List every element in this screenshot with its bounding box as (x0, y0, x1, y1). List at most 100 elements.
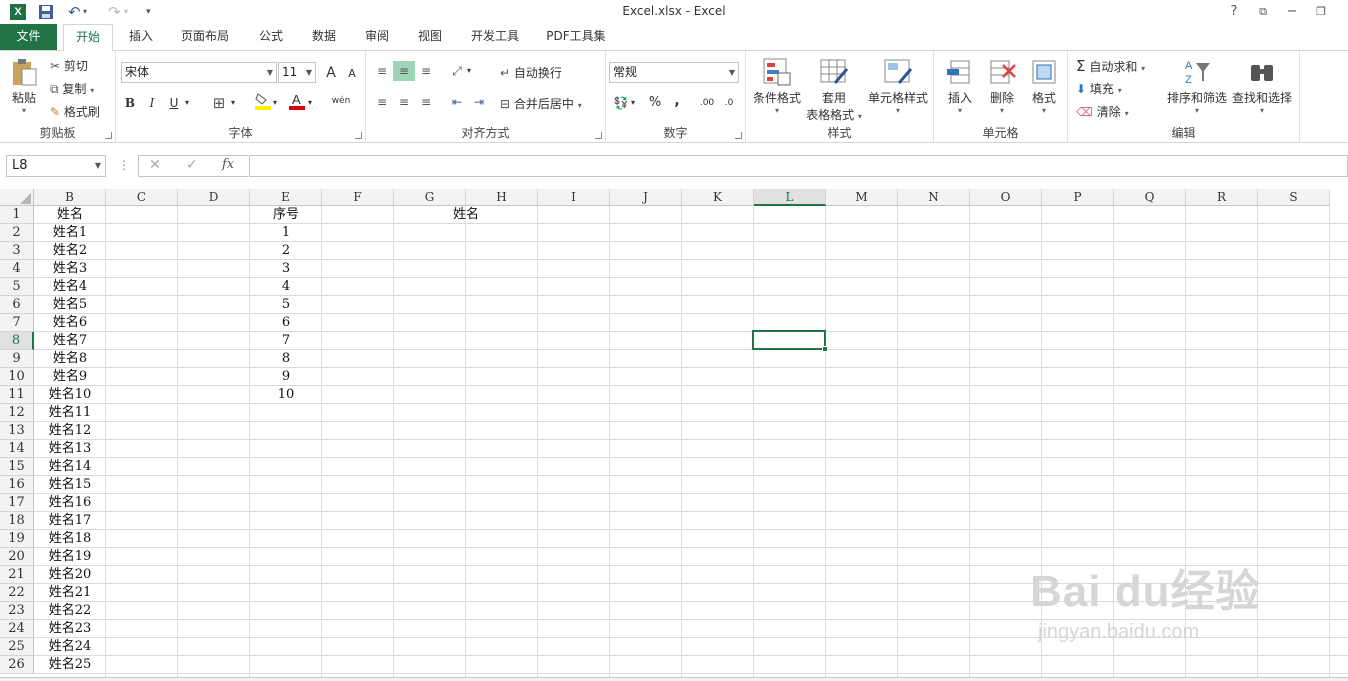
row-header-10[interactable]: 10 (0, 368, 34, 386)
bold-button[interactable]: B (119, 93, 141, 113)
column-header-o[interactable]: O (970, 189, 1042, 206)
fill-handle[interactable] (822, 346, 828, 352)
save-icon[interactable] (38, 3, 54, 21)
row-header-20[interactable]: 20 (0, 548, 34, 566)
font-launcher-icon[interactable] (355, 132, 362, 139)
cell-e3[interactable]: 2 (250, 242, 322, 260)
cell-e8[interactable]: 7 (250, 332, 322, 350)
cell-b4[interactable]: 姓名3 (34, 260, 106, 278)
cell-b26[interactable]: 姓名25 (34, 656, 106, 674)
align-middle-icon[interactable]: ≡ (393, 61, 415, 81)
cell-styles-button[interactable]: 单元格样式 ▾ (866, 57, 930, 115)
insert-function-icon[interactable]: fx (222, 157, 234, 172)
cell-b1[interactable]: 姓名 (34, 206, 106, 224)
column-header-q[interactable]: Q (1114, 189, 1186, 206)
insert-dropdown-icon[interactable]: ▾ (940, 106, 980, 115)
cell-e11[interactable]: 10 (250, 386, 322, 404)
cell-b9[interactable]: 姓名8 (34, 350, 106, 368)
column-header-f[interactable]: F (322, 189, 394, 206)
clear-dropdown-icon[interactable]: ▾ (1125, 109, 1129, 118)
row-header-1[interactable]: 1 (0, 206, 34, 224)
cut-button[interactable]: ✂ 剪切 (50, 57, 88, 74)
select-all-button[interactable] (0, 189, 34, 206)
row-header-12[interactable]: 12 (0, 404, 34, 422)
cell-e1[interactable]: 序号 (250, 206, 322, 224)
row-header-2[interactable]: 2 (0, 224, 34, 242)
row-header-17[interactable]: 17 (0, 494, 34, 512)
table-format-dropdown-icon[interactable]: ▾ (858, 112, 862, 121)
delete-cells-button[interactable]: 删除 ▾ (982, 57, 1022, 115)
worksheet-grid[interactable]: BCDEFGHIJKLMNOPQRS 1 2 3 4 5 6 7 8 9 10 11 12 13 14 15… (0, 189, 1348, 681)
phonetic-button[interactable]: wén (328, 91, 354, 111)
cell-b6[interactable]: 姓名5 (34, 296, 106, 314)
fill-button[interactable]: ⬇ 填充 ▾ (1076, 80, 1122, 97)
align-right-icon[interactable]: ≡ (415, 92, 437, 112)
decrease-decimal-button[interactable]: .0 (718, 93, 740, 113)
font-size-select[interactable]: 11 ▼ (278, 62, 316, 83)
name-box[interactable]: L8 ▼ (6, 155, 106, 177)
row-header-3[interactable]: 3 (0, 242, 34, 260)
fill-dropdown-icon[interactable]: ▾ (1118, 86, 1122, 95)
cell-b18[interactable]: 姓名17 (34, 512, 106, 530)
find-dropdown-icon[interactable]: ▾ (1230, 106, 1294, 115)
column-header-m[interactable]: M (826, 189, 898, 206)
grow-font-button[interactable]: A (320, 63, 342, 83)
clipboard-launcher-icon[interactable] (105, 132, 112, 139)
row-header-13[interactable]: 13 (0, 422, 34, 440)
cell-b11[interactable]: 姓名10 (34, 386, 106, 404)
row-header-26[interactable]: 26 (0, 656, 34, 674)
tab-file[interactable]: 文件 (0, 24, 57, 50)
copy-dropdown-icon[interactable]: ▾ (90, 86, 94, 95)
enter-icon[interactable]: ✓ (186, 157, 198, 173)
alignment-launcher-icon[interactable] (595, 132, 602, 139)
cell-b23[interactable]: 姓名22 (34, 602, 106, 620)
cell-b22[interactable]: 姓名21 (34, 584, 106, 602)
conditional-format-button[interactable]: 条件格式 ▾ (750, 57, 804, 115)
tab-page-layout[interactable]: 页面布局 (172, 24, 238, 50)
merge-dropdown-icon[interactable]: ▾ (578, 101, 582, 110)
row-header-7[interactable]: 7 (0, 314, 34, 332)
sort-filter-dropdown-icon[interactable]: ▾ (1164, 106, 1230, 115)
cell-e6[interactable]: 5 (250, 296, 322, 314)
align-bottom-icon[interactable]: ≡ (415, 61, 437, 81)
undo-dropdown-icon[interactable]: ▾ (83, 3, 87, 21)
cell-e7[interactable]: 6 (250, 314, 322, 332)
row-header-5[interactable]: 5 (0, 278, 34, 296)
row-header-21[interactable]: 21 (0, 566, 34, 584)
cell-b17[interactable]: 姓名16 (34, 494, 106, 512)
row-header-18[interactable]: 18 (0, 512, 34, 530)
column-header-l[interactable]: L (754, 189, 826, 206)
row-header-22[interactable]: 22 (0, 584, 34, 602)
format-painter-button[interactable]: ✎ 格式刷 (50, 103, 100, 120)
border-dropdown-icon[interactable]: ▾ (228, 93, 238, 113)
row-header-19[interactable]: 19 (0, 530, 34, 548)
shrink-font-button[interactable]: A (341, 64, 363, 84)
cell-b5[interactable]: 姓名4 (34, 278, 106, 296)
column-header-r[interactable]: R (1186, 189, 1258, 206)
autosum-button[interactable]: Σ 自动求和 ▾ (1076, 57, 1145, 75)
customize-qat-icon[interactable]: ▾ (146, 3, 151, 21)
align-center-icon[interactable]: ≡ (393, 92, 415, 112)
tab-insert[interactable]: 插入 (120, 24, 162, 50)
align-left-icon[interactable]: ≡ (371, 92, 393, 112)
copy-button[interactable]: ⧉ 复制 ▾ (50, 80, 94, 97)
cell-b24[interactable]: 姓名23 (34, 620, 106, 638)
column-header-h[interactable]: H (466, 189, 538, 206)
number-format-select[interactable]: 常规 ▼ (609, 62, 739, 83)
tab-view[interactable]: 视图 (409, 24, 451, 50)
currency-dropdown-icon[interactable]: ▾ (628, 93, 638, 113)
format-as-table-button[interactable]: 套用 表格格式 ▾ (804, 57, 864, 123)
paste-dropdown-icon[interactable]: ▾ (6, 106, 42, 115)
align-top-icon[interactable]: ≡ (371, 61, 393, 81)
cell-b10[interactable]: 姓名9 (34, 368, 106, 386)
cell-b15[interactable]: 姓名14 (34, 458, 106, 476)
clear-button[interactable]: ⌫ 清除 ▾ (1076, 103, 1129, 120)
increase-decimal-button[interactable]: .00 (696, 93, 718, 113)
redo-icon[interactable]: ↷ (108, 3, 121, 21)
row-header-14[interactable]: 14 (0, 440, 34, 458)
help-button[interactable]: ? (1222, 2, 1246, 22)
cell-b19[interactable]: 姓名18 (34, 530, 106, 548)
redo-dropdown-icon[interactable]: ▾ (124, 3, 128, 21)
orientation-dropdown-icon[interactable]: ▾ (464, 61, 474, 81)
column-header-c[interactable]: C (106, 189, 178, 206)
